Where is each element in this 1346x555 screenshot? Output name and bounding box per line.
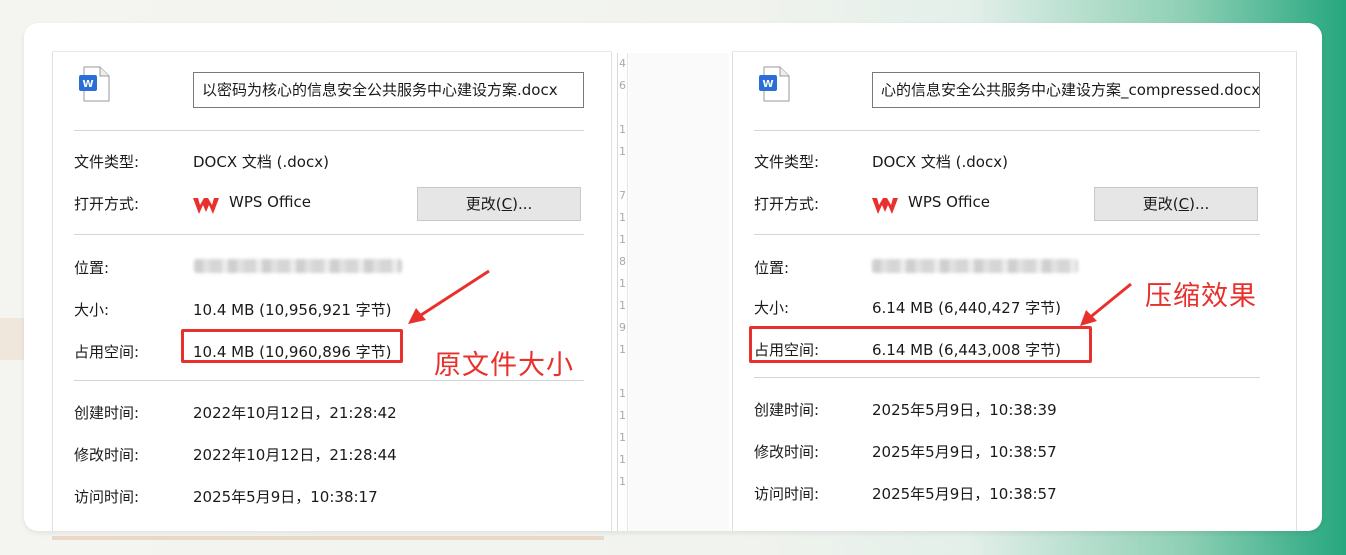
- panel-gap: [629, 53, 729, 531]
- svg-text:W: W: [762, 79, 773, 90]
- disk-size-highlight: [181, 329, 403, 363]
- edge-glyph: 1: [619, 453, 626, 466]
- created-value: 2025年5月9日，10:38:39: [872, 401, 1057, 419]
- modified-label: 修改时间:: [74, 446, 140, 464]
- size-value: 10.4 MB (10,956,921 字节): [193, 301, 392, 319]
- edge-glyph: 1: [619, 211, 626, 224]
- size-label: 大小:: [754, 299, 790, 317]
- edge-glyph: 1: [619, 475, 626, 488]
- edge-glyph: 1: [619, 431, 626, 444]
- background-underline: [52, 536, 604, 540]
- change-app-button[interactable]: 更改(C)...: [417, 187, 581, 221]
- wps-office-logo-icon: [193, 198, 219, 214]
- location-label: 位置:: [754, 259, 790, 277]
- change-button-text: 更改(: [1142, 195, 1179, 213]
- edge-glyph: [619, 361, 627, 383]
- annotation-original-size: 原文件大小: [434, 350, 574, 381]
- background-window-edge: 4 6 1 1 7 1 1 8 1 1 9 1 1 1 1 1 1: [617, 53, 628, 531]
- edge-glyph: 1: [619, 233, 626, 246]
- edge-glyph: 9: [619, 321, 626, 334]
- edge-glyph: 6: [619, 79, 626, 92]
- file-type-label: 文件类型:: [754, 153, 820, 171]
- edge-glyph: 1: [619, 277, 626, 290]
- edge-glyph: 7: [619, 189, 626, 202]
- file-type-label: 文件类型:: [74, 153, 140, 171]
- created-value: 2022年10月12日，21:28:42: [193, 404, 397, 422]
- divider: [754, 234, 1260, 235]
- location-value-blurred: [872, 259, 1078, 273]
- annotation-compression-result: 压缩效果: [1145, 281, 1257, 312]
- modified-label: 修改时间:: [754, 443, 820, 461]
- open-with-value: WPS Office: [908, 193, 990, 211]
- word-document-icon: W: [759, 66, 790, 102]
- edge-glyph: 1: [619, 387, 626, 400]
- open-with-label: 打开方式:: [754, 195, 820, 213]
- location-value-blurred: [194, 259, 402, 273]
- divider: [754, 130, 1260, 131]
- disk-size-highlight: [749, 326, 1092, 363]
- disk-size-label: 占用空间:: [74, 343, 140, 361]
- modified-value: 2022年10月12日，21:28:44: [193, 446, 397, 464]
- filename-field[interactable]: 心的信息安全公共服务中心建设方案_compressed.docx: [872, 72, 1260, 108]
- accessed-value: 2025年5月9日，10:38:57: [872, 485, 1057, 503]
- change-button-accesskey: C: [501, 195, 513, 213]
- divider: [754, 377, 1260, 378]
- wps-office-logo-icon: [872, 198, 898, 214]
- edge-glyph: 1: [619, 145, 626, 158]
- edge-glyph: 8: [619, 255, 626, 268]
- open-with-label: 打开方式:: [74, 195, 140, 213]
- created-label: 创建时间:: [754, 401, 820, 419]
- location-label: 位置:: [74, 259, 110, 277]
- edge-glyph: 4: [619, 57, 626, 70]
- edge-glyph: [619, 97, 627, 119]
- accessed-label: 访问时间:: [74, 488, 140, 506]
- annotation-arrow-left: [408, 269, 490, 324]
- change-app-button[interactable]: 更改(C)...: [1094, 187, 1258, 221]
- comparison-card: W 以密码为核心的信息安全公共服务中心建设方案.docx 文件类型: DOCX …: [24, 23, 1322, 531]
- size-value: 6.14 MB (6,440,427 字节): [872, 299, 1061, 317]
- size-label: 大小:: [74, 301, 110, 319]
- file-type-value: DOCX 文档 (.docx): [872, 153, 1008, 171]
- edge-glyph: 1: [619, 123, 626, 136]
- word-document-icon: W: [79, 66, 110, 102]
- divider: [74, 130, 584, 131]
- svg-text:W: W: [82, 79, 93, 90]
- accessed-value: 2025年5月9日，10:38:17: [193, 488, 378, 506]
- modified-value: 2025年5月9日，10:38:57: [872, 443, 1057, 461]
- change-button-accesskey: C: [1178, 195, 1190, 213]
- created-label: 创建时间:: [74, 404, 140, 422]
- annotation-arrow-right: [1080, 282, 1132, 326]
- edge-glyph: 1: [619, 343, 626, 356]
- change-button-suffix: )...: [1189, 195, 1210, 213]
- change-button-text: 更改(: [465, 195, 502, 213]
- edge-glyph: 1: [619, 409, 626, 422]
- edge-glyph: 1: [619, 299, 626, 312]
- filename-field[interactable]: 以密码为核心的信息安全公共服务中心建设方案.docx: [193, 72, 584, 108]
- file-type-value: DOCX 文档 (.docx): [193, 153, 329, 171]
- divider: [74, 234, 584, 235]
- open-with-value: WPS Office: [229, 193, 311, 211]
- edge-glyph: [619, 163, 627, 185]
- change-button-suffix: )...: [512, 195, 533, 213]
- accessed-label: 访问时间:: [754, 485, 820, 503]
- properties-panel-original: W 以密码为核心的信息安全公共服务中心建设方案.docx 文件类型: DOCX …: [52, 51, 612, 531]
